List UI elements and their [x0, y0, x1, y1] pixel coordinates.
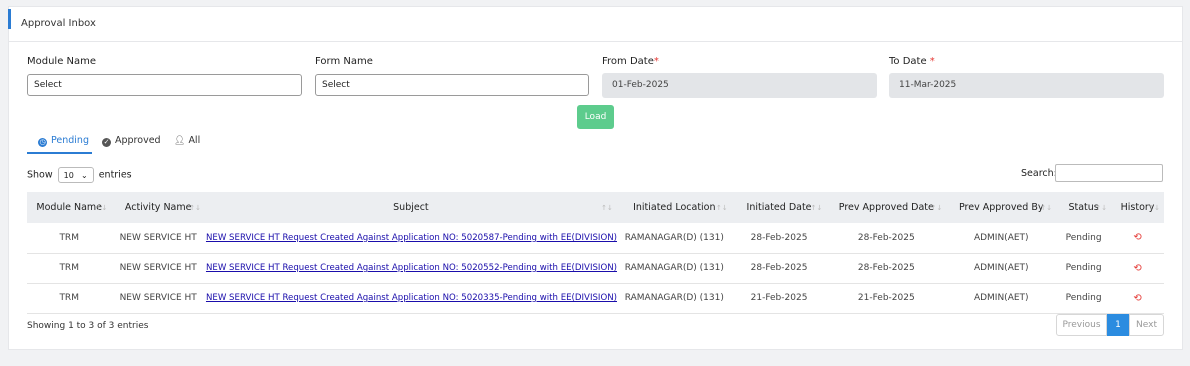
- search-input[interactable]: [1055, 164, 1163, 182]
- table-row: TRM NEW SERVICE HT NEW SERVICE HT Reques…: [27, 223, 1164, 253]
- approval-inbox-card: Approval Inbox Module Name Select Form N…: [8, 6, 1183, 350]
- col-history[interactable]: History ↑↓: [1111, 192, 1164, 223]
- table-row: TRM NEW SERVICE HT NEW SERVICE HT Reques…: [27, 253, 1164, 283]
- card-header: Approval Inbox: [8, 7, 1182, 42]
- subject-link[interactable]: NEW SERVICE HT Request Created Against A…: [206, 293, 617, 303]
- approval-table: Module Name ↑↓ Activity Name ↑↓ Subject ↑↓ …: [27, 192, 1164, 314]
- col-activity-name[interactable]: Activity Name ↑↓: [111, 192, 205, 223]
- col-initiated-location[interactable]: Initiated Location ↑↓: [617, 192, 732, 223]
- header-accent-bar: [8, 9, 11, 29]
- next-button[interactable]: Next: [1129, 314, 1164, 336]
- module-name-label: Module Name: [27, 56, 97, 67]
- form-name-select[interactable]: Select: [315, 74, 589, 96]
- to-date-label: To Date *: [889, 56, 935, 67]
- history-icon[interactable]: ⟲: [1133, 232, 1141, 243]
- module-name-select[interactable]: Select: [27, 74, 302, 96]
- clock-icon: ◷: [38, 138, 47, 147]
- col-initiated-date[interactable]: Initiated Date ↑↓: [732, 192, 827, 223]
- col-prev-approved-date[interactable]: Prev Approved Date ↑↓: [826, 192, 946, 223]
- entries-length-control: Show 10 ⌄ entries: [27, 167, 132, 183]
- table-header-row: Module Name ↑↓ Activity Name ↑↓ Subject ↑↓ …: [27, 192, 1164, 223]
- page-title: Approval Inbox: [21, 18, 96, 29]
- subject-link[interactable]: NEW SERVICE HT Request Created Against A…: [206, 233, 617, 243]
- from-date-label: From Date*: [602, 56, 659, 67]
- to-date-input[interactable]: 11-Mar-2025: [889, 73, 1164, 98]
- subject-link[interactable]: NEW SERVICE HT Request Created Against A…: [206, 263, 617, 273]
- history-icon[interactable]: ⟲: [1133, 293, 1141, 304]
- col-prev-approved-by[interactable]: Prev Approved By ↑↓: [946, 192, 1056, 223]
- page-1-button[interactable]: 1: [1107, 314, 1129, 336]
- tab-pending[interactable]: ◷ Pending: [27, 130, 92, 154]
- col-status[interactable]: Status ↑↓: [1056, 192, 1111, 223]
- check-circle-icon: ✓: [102, 138, 111, 147]
- col-subject[interactable]: Subject ↑↓: [205, 192, 617, 223]
- table-info: Showing 1 to 3 of 3 entries: [27, 321, 149, 331]
- table-row: TRM NEW SERVICE HT NEW SERVICE HT Reques…: [27, 283, 1164, 313]
- form-name-label: Form Name: [315, 56, 373, 67]
- tab-all[interactable]: 👤︎ All: [174, 130, 200, 154]
- tab-approved[interactable]: ✓ Approved: [102, 130, 161, 154]
- pagination: Previous 1 Next: [1056, 314, 1164, 336]
- chevron-down-icon: ⌄: [80, 171, 88, 180]
- load-button[interactable]: Load: [577, 105, 614, 129]
- history-icon[interactable]: ⟲: [1133, 263, 1141, 274]
- entries-select[interactable]: 10 ⌄: [57, 167, 94, 183]
- user-icon: 👤︎: [174, 136, 186, 146]
- previous-button[interactable]: Previous: [1056, 314, 1107, 336]
- search-label: Search:: [1021, 168, 1057, 179]
- col-module-name[interactable]: Module Name ↑↓: [27, 192, 111, 223]
- from-date-input[interactable]: 01-Feb-2025: [602, 73, 877, 98]
